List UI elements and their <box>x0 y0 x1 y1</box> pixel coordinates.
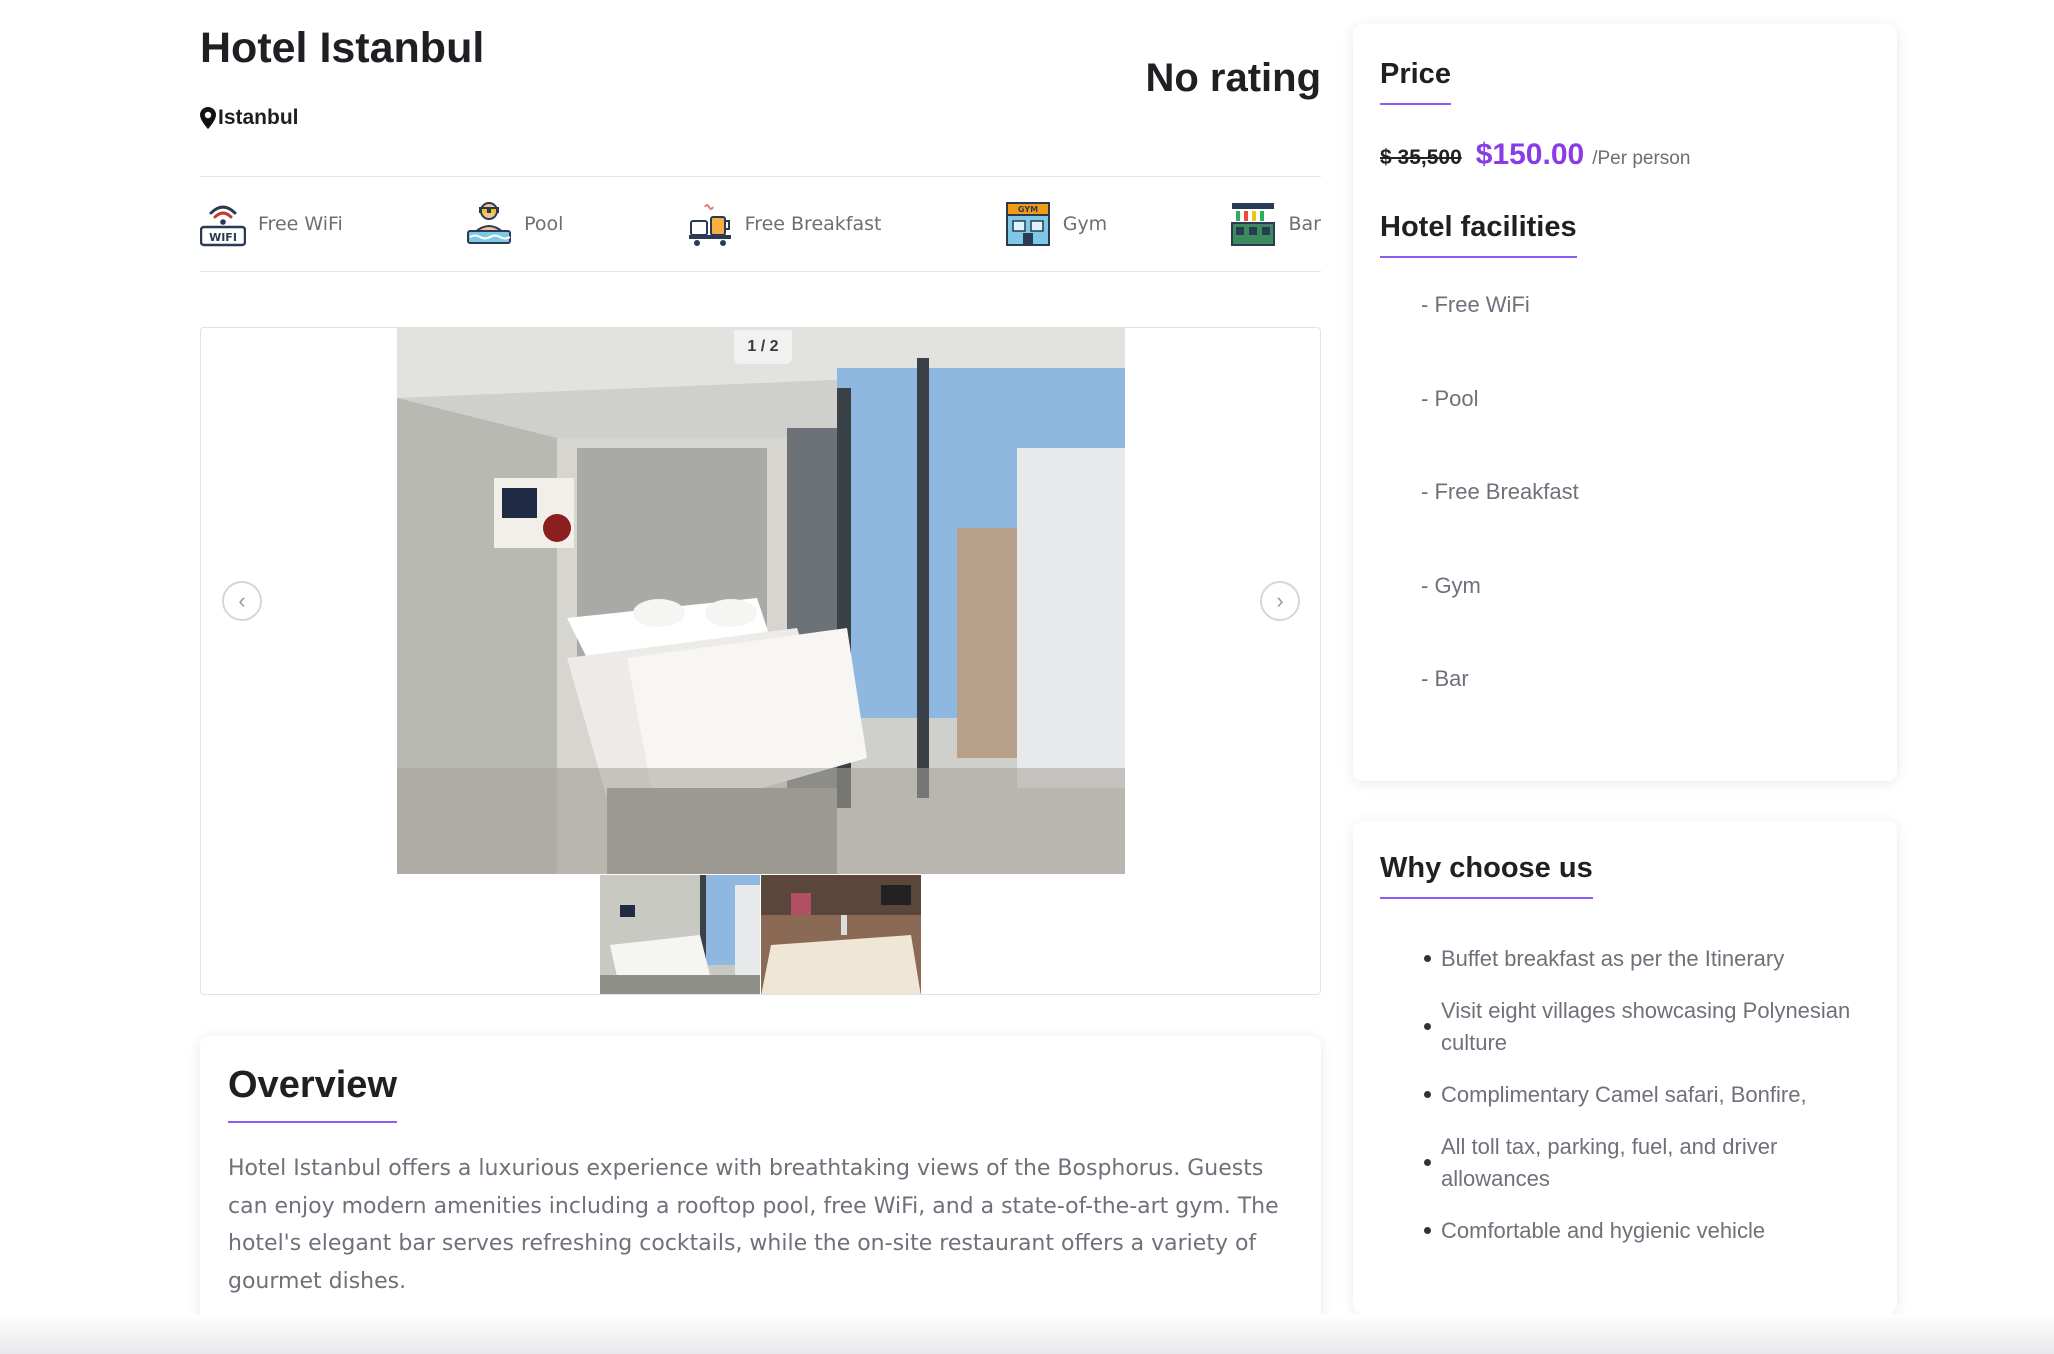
facility-breakfast: Free Breakfast <box>687 201 882 247</box>
page-bottom-fade <box>0 1314 2054 1354</box>
list-item: - Bar <box>1421 666 1469 691</box>
chevron-right-icon: › <box>1276 588 1284 613</box>
chevron-left-icon: ‹ <box>238 588 246 613</box>
facility-label: Gym <box>1062 213 1108 235</box>
photo-carousel: 1 / 2 ‹ › <box>200 327 1321 995</box>
price-card: Price $ 35,500 $150.00 /Per person Hotel… <box>1353 24 1897 781</box>
price-row: $ 35,500 $150.00 /Per person <box>1380 138 1690 172</box>
wifi-icon: WIFI <box>200 205 246 247</box>
current-price: $150.00 <box>1475 138 1585 171</box>
facility-label: Free Breakfast <box>744 213 882 235</box>
image-counter: 1 / 2 <box>734 330 792 364</box>
svg-text:GYM: GYM <box>1018 205 1038 214</box>
list-item: Visit eight villages showcasing Polynesi… <box>1421 995 1861 1059</box>
svg-text:WIFI: WIFI <box>209 231 237 244</box>
price-heading: Price <box>1380 58 1451 105</box>
facility-pool: Pool <box>466 201 563 247</box>
map-pin-icon <box>200 107 216 129</box>
breakfast-icon <box>688 204 731 246</box>
list-item: Complimentary Camel safari, Bonfire, <box>1421 1079 1861 1111</box>
facility-gym: GYM Gym <box>1005 201 1107 247</box>
overview-text: Hotel Istanbul offers a luxurious experi… <box>228 1156 1279 1294</box>
overview-heading: Overview <box>228 1064 397 1123</box>
list-item: - Free WiFi <box>1421 292 1530 317</box>
hotel-facilities-heading: Hotel facilities <box>1380 211 1577 258</box>
pool-icon <box>467 202 512 244</box>
facility-label: Free WiFi <box>258 213 343 235</box>
list-item: Comfortable and hygienic vehicle <box>1421 1215 1861 1247</box>
why-choose-us-list: Buffet breakfast as per the Itinerary Vi… <box>1421 943 1861 1267</box>
old-price: $ 35,500 <box>1380 146 1462 169</box>
overview-card: Overview Hotel Istanbul offers a luxurio… <box>200 1036 1321 1346</box>
why-choose-us-card: Why choose us Buffet breakfast as per th… <box>1353 821 1897 1314</box>
list-item: - Gym <box>1421 572 1481 598</box>
list-item: Buffet breakfast as per the Itinerary <box>1421 943 1861 975</box>
thumbnail-2[interactable] <box>761 875 921 995</box>
hotel-facilities-list: - Free WiFi - Pool - Free Breakfast - Gy… <box>1421 292 1579 760</box>
hotel-title: Hotel Istanbul <box>200 24 485 72</box>
main-photo[interactable] <box>397 328 1125 874</box>
page: Hotel Istanbul No rating Istanbul WIFI F… <box>0 0 2054 1354</box>
price-unit: /Per person <box>1592 148 1691 169</box>
location: Istanbul <box>200 106 299 130</box>
previous-arrow-button[interactable]: ‹ <box>222 581 262 621</box>
rating-text: No rating <box>1145 56 1321 100</box>
thumbnail-1[interactable] <box>600 875 760 995</box>
facility-label: Pool <box>524 213 564 235</box>
facility-bar: WIFI Free WiFi Pool Free Breakfast GYM G… <box>200 176 1321 272</box>
why-choose-us-heading: Why choose us <box>1380 852 1593 899</box>
next-arrow-button[interactable]: › <box>1260 581 1300 621</box>
list-item: All toll tax, parking, fuel, and driver … <box>1421 1131 1861 1195</box>
gym-icon: GYM <box>1005 202 1050 246</box>
facility-bar-item: Bar <box>1230 201 1321 247</box>
list-item: - Free Breakfast <box>1421 479 1579 504</box>
location-label: Istanbul <box>218 106 299 129</box>
facility-label: Bar <box>1288 213 1321 235</box>
facility-wifi: WIFI Free WiFi <box>200 201 343 247</box>
bar-icon <box>1231 203 1276 246</box>
list-item: - Pool <box>1421 385 1479 411</box>
